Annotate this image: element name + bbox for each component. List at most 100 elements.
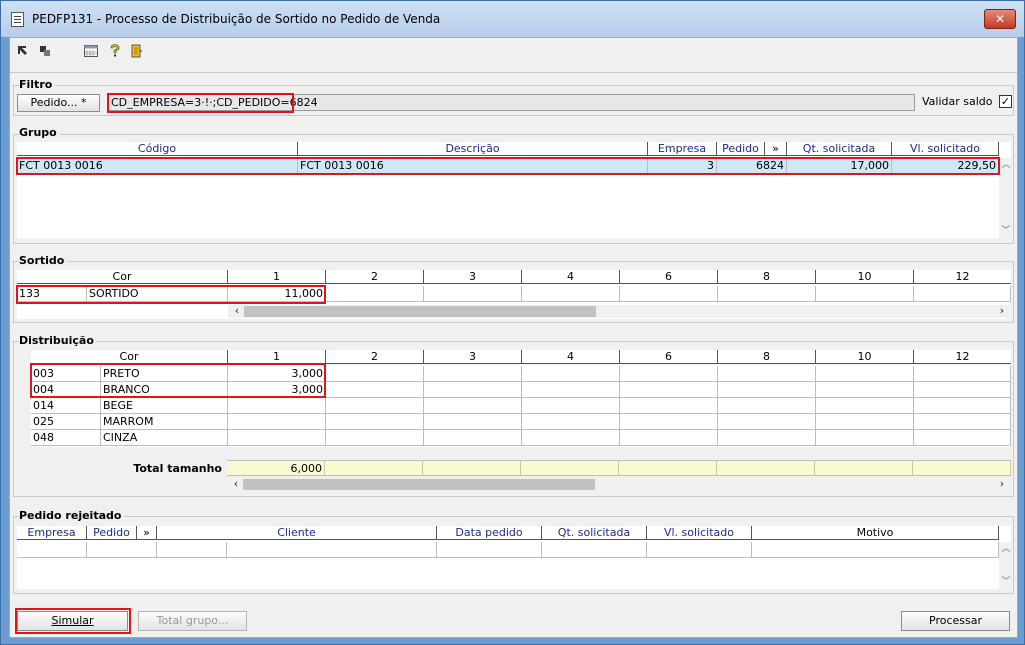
cell-empresa: 3 xyxy=(648,158,717,174)
col-size-4[interactable]: 4 xyxy=(522,350,620,364)
scroll-up-icon[interactable]: ︿ xyxy=(999,542,1013,556)
col-qt-solicitada[interactable]: Qt. solicitada xyxy=(787,142,892,156)
cell-size-6 xyxy=(620,366,718,382)
cell-empresa xyxy=(17,542,87,558)
total-size-2 xyxy=(325,460,423,476)
col-size-4[interactable]: 4 xyxy=(522,270,620,284)
rejeitado-header: Empresa Pedido » Cliente Data pedido Qt.… xyxy=(17,526,999,540)
col-size-6[interactable]: 6 xyxy=(620,350,718,364)
cell-qt: 17,000 xyxy=(787,158,892,174)
table-row[interactable]: 025 MARROM xyxy=(31,414,1011,430)
cell-size-8 xyxy=(718,414,816,430)
cell-size-12 xyxy=(914,286,1011,302)
validar-saldo-checkbox[interactable]: ✓ xyxy=(999,95,1012,108)
scroll-thumb[interactable] xyxy=(243,479,595,490)
col-size-3[interactable]: 3 xyxy=(424,270,522,284)
col-size-3[interactable]: 3 xyxy=(424,350,522,364)
col-motivo[interactable]: Motivo xyxy=(752,526,999,540)
simular-button[interactable]: Simular xyxy=(17,611,128,631)
cell-size-2 xyxy=(326,382,424,398)
col-qt-solicitada[interactable]: Qt. solicitada xyxy=(542,526,647,540)
table-row[interactable]: 003 PRETO 3,000 xyxy=(31,366,1011,382)
grupo-vscroll[interactable]: ︿ ﹀ xyxy=(999,158,1013,238)
cell-size-1: 11,000 xyxy=(228,286,326,302)
col-empresa[interactable]: Empresa xyxy=(17,526,87,540)
total-size-1: 6,000 xyxy=(227,460,325,476)
col-pedido[interactable]: Pedido xyxy=(87,526,137,540)
col-size-10[interactable]: 10 xyxy=(816,270,914,284)
col-size-12[interactable]: 12 xyxy=(914,270,1011,284)
table-row[interactable]: 133 SORTIDO 11,000 xyxy=(17,286,1011,303)
exit-door-icon[interactable] xyxy=(128,42,146,60)
cell-size-10 xyxy=(816,414,914,430)
cell-size-1 xyxy=(228,414,326,430)
arrow-out-icon[interactable] xyxy=(36,42,54,60)
col-more[interactable]: » xyxy=(137,526,157,540)
col-size-8[interactable]: 8 xyxy=(718,350,816,364)
col-cor[interactable]: Cor xyxy=(31,350,228,364)
filtro-label: Filtro xyxy=(19,78,56,91)
toolbar xyxy=(10,38,1017,66)
col-cliente[interactable]: Cliente xyxy=(157,526,437,540)
col-empresa[interactable]: Empresa xyxy=(648,142,717,156)
scroll-up-icon[interactable]: ︿ xyxy=(999,158,1013,172)
cell-cor-name: BRANCO xyxy=(101,382,228,398)
pedido-button[interactable]: Pedido... * xyxy=(17,94,100,112)
total-tamanho-label: Total tamanho xyxy=(133,462,222,475)
scroll-thumb[interactable] xyxy=(244,306,596,317)
col-size-8[interactable]: 8 xyxy=(718,270,816,284)
col-size-6[interactable]: 6 xyxy=(620,270,718,284)
table-row[interactable]: 004 BRANCO 3,000 xyxy=(31,382,1011,398)
col-size-1[interactable]: 1 xyxy=(228,350,326,364)
cell-size-3 xyxy=(424,430,522,446)
window-title: PEDFP131 - Processo de Distribuição de S… xyxy=(32,12,441,26)
arrow-in-icon[interactable] xyxy=(14,42,32,60)
table-row[interactable]: 048 CINZA xyxy=(31,430,1011,446)
total-grupo-button[interactable]: Total grupo... xyxy=(138,611,247,631)
filter-field[interactable]: CD_EMPRESA=3·!·;CD_PEDIDO=6824 xyxy=(107,94,915,111)
cell-size-6 xyxy=(620,382,718,398)
total-size-10 xyxy=(815,460,913,476)
table-row[interactable] xyxy=(17,542,999,558)
rejeitado-vscroll[interactable]: ︿ ﹀ xyxy=(999,542,1013,589)
rejeitado-grid: Empresa Pedido » Cliente Data pedido Qt.… xyxy=(17,526,1013,589)
scroll-right-icon[interactable]: › xyxy=(995,305,1009,318)
cell-size-4 xyxy=(522,286,620,302)
col-pedido[interactable]: Pedido xyxy=(717,142,765,156)
table-row[interactable]: FCT 0013 0016 FCT 0013 0016 3 6824 17,00… xyxy=(17,158,999,175)
cell-size-12 xyxy=(914,414,1011,430)
cell-size-3 xyxy=(424,414,522,430)
help-icon[interactable] xyxy=(106,42,124,60)
cell-descricao: FCT 0013 0016 xyxy=(298,158,648,174)
scroll-down-icon[interactable]: ﹀ xyxy=(999,224,1013,238)
processar-button[interactable]: Processar xyxy=(901,611,1010,631)
col-size-2[interactable]: 2 xyxy=(326,270,424,284)
grupo-header: Código Descrição Empresa Pedido » Qt. so… xyxy=(17,142,999,156)
table-row[interactable]: 014 BEGE xyxy=(31,398,1011,414)
col-size-10[interactable]: 10 xyxy=(816,350,914,364)
col-size-2[interactable]: 2 xyxy=(326,350,424,364)
distribuicao-hscroll[interactable]: ‹ › xyxy=(227,478,1011,491)
col-vl-solicitado[interactable]: Vl. solicitado xyxy=(892,142,999,156)
col-size-12[interactable]: 12 xyxy=(914,350,1011,364)
cell-cor-code: 048 xyxy=(31,430,101,446)
cell-size-4 xyxy=(522,398,620,414)
cell-cliente xyxy=(227,542,437,558)
cell-cor-code: 004 xyxy=(31,382,101,398)
scroll-left-icon[interactable]: ‹ xyxy=(230,305,244,318)
sortido-hscroll[interactable]: ‹ › xyxy=(228,305,1011,318)
col-descricao[interactable]: Descrição xyxy=(298,142,648,156)
cell-cor-name: CINZA xyxy=(101,430,228,446)
close-button[interactable]: ✕ xyxy=(984,9,1016,29)
scroll-down-icon[interactable]: ﹀ xyxy=(999,575,1013,589)
scroll-left-icon[interactable]: ‹ xyxy=(229,478,243,491)
col-codigo[interactable]: Código xyxy=(17,142,298,156)
scroll-right-icon[interactable]: › xyxy=(995,478,1009,491)
calendar-icon[interactable] xyxy=(82,42,100,60)
toolbar-separator xyxy=(10,72,1017,73)
col-size-1[interactable]: 1 xyxy=(228,270,326,284)
col-cor[interactable]: Cor xyxy=(17,270,228,284)
col-vl-solicitado[interactable]: Vl. solicitado xyxy=(647,526,752,540)
col-more[interactable]: » xyxy=(765,142,787,156)
col-data-pedido[interactable]: Data pedido xyxy=(437,526,542,540)
